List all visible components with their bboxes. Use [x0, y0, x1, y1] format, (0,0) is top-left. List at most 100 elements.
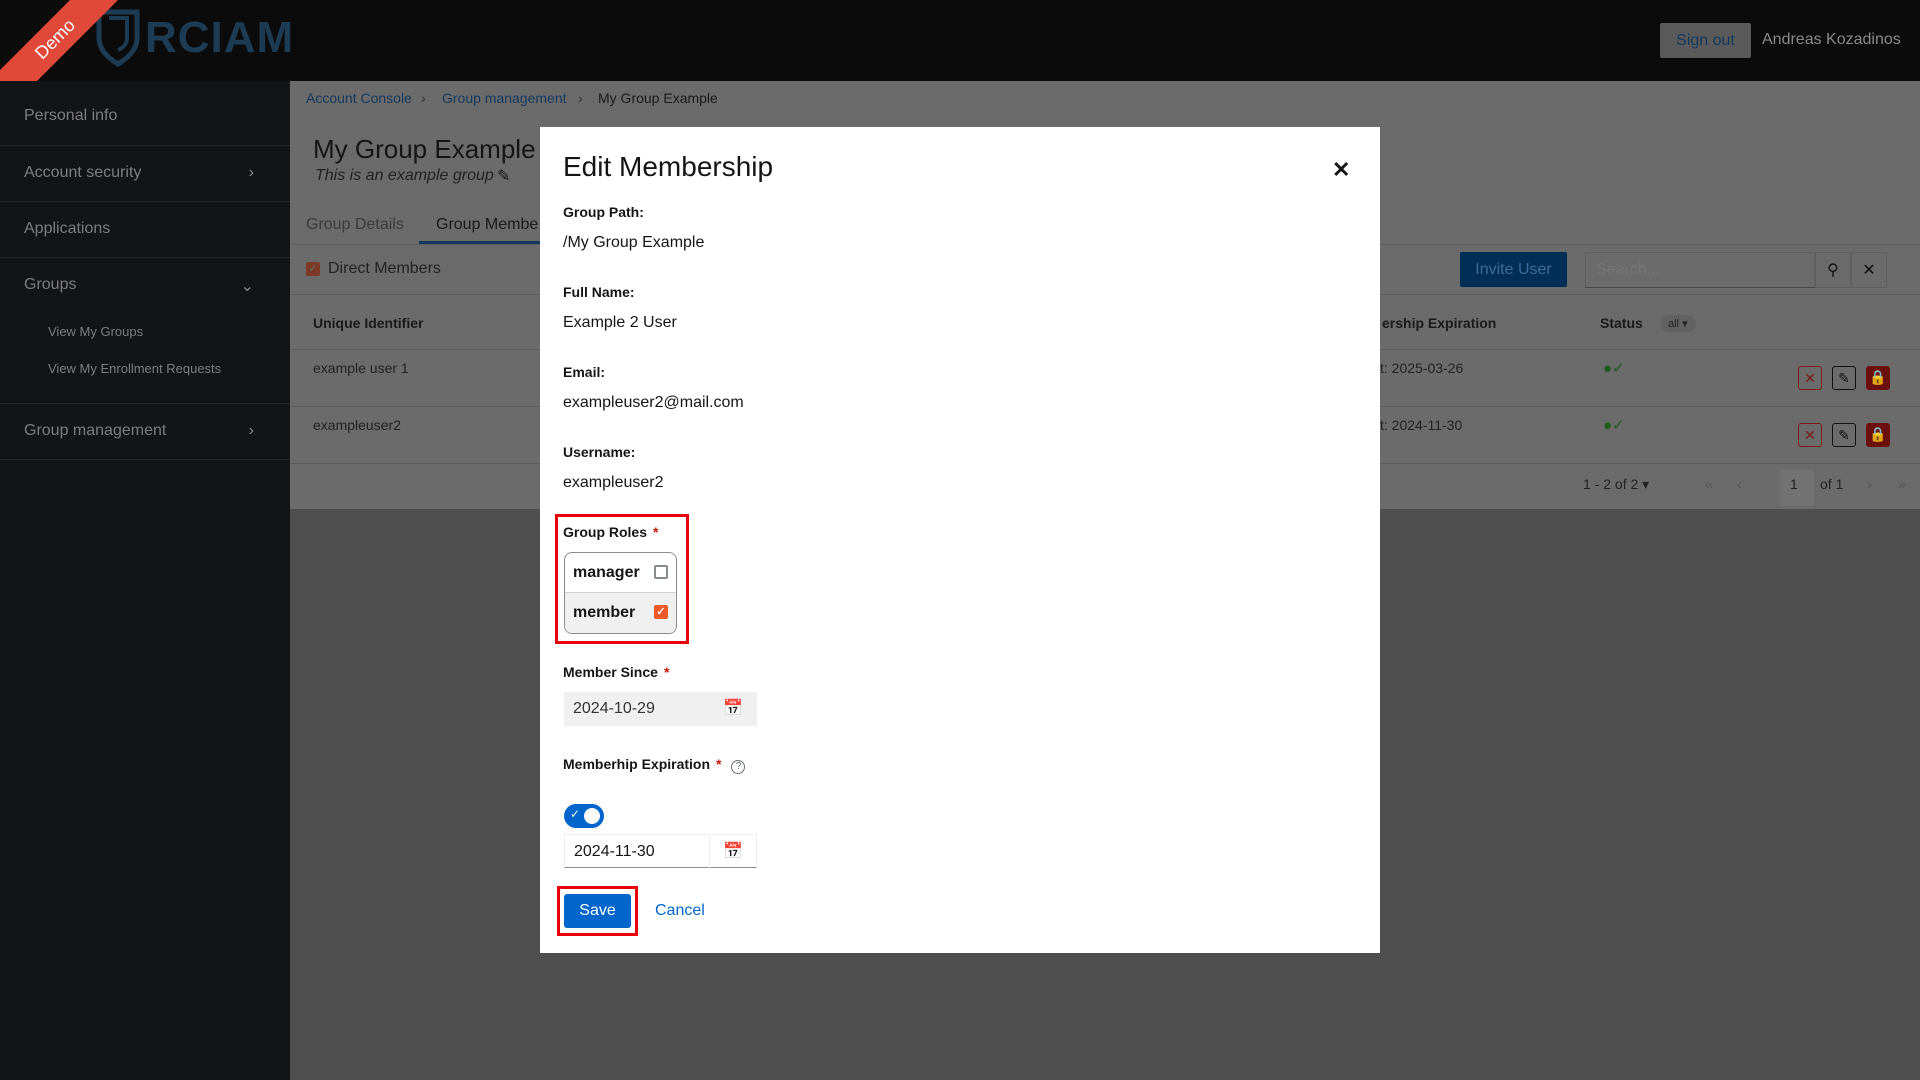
group-roles-label: Group Roles * — [563, 524, 658, 540]
breadcrumb-account-console[interactable]: Account Console — [306, 90, 412, 106]
remove-member-button[interactable]: ✕ — [1798, 423, 1822, 447]
group-roles-list: manager member ✓ — [564, 552, 677, 634]
logo-text: RCIAM — [145, 13, 295, 62]
divider — [0, 257, 290, 258]
edit-pencil-icon[interactable]: ✎ — [497, 166, 510, 186]
row-identifier: exampleuser2 — [313, 417, 401, 433]
user-active-icon: ●✓ — [1603, 417, 1625, 434]
calendar-icon[interactable]: 📅 — [709, 835, 756, 868]
close-icon[interactable]: ✕ — [1332, 157, 1350, 183]
chevron-down-icon: ⌄ — [240, 278, 254, 295]
save-button[interactable]: Save — [564, 894, 631, 928]
role-name: member — [573, 604, 636, 621]
required-marker: * — [716, 756, 722, 772]
divider — [0, 145, 290, 146]
role-manager-checkbox[interactable] — [654, 565, 668, 579]
sidebar-item-view-my-groups[interactable]: View My Groups — [48, 324, 143, 339]
edit-member-button[interactable]: ✎ — [1832, 366, 1856, 390]
user-name[interactable]: Andreas Kozadinos — [1762, 31, 1901, 49]
email-value: exampleuser2@mail.com — [563, 394, 744, 411]
role-member-checkbox[interactable]: ✓ — [654, 605, 668, 619]
row-expiration: t: 2025-03-26 — [1380, 360, 1464, 376]
divider — [0, 201, 290, 202]
first-page-icon[interactable]: « — [1705, 476, 1713, 492]
row-expiration: t: 2024-11-30 — [1380, 417, 1463, 433]
search-input[interactable] — [1585, 252, 1815, 288]
label: Account security — [24, 164, 142, 181]
sidebar-item-applications[interactable]: Applications — [0, 220, 290, 238]
help-icon[interactable]: ? — [731, 760, 746, 774]
page-title: My Group Example — [313, 134, 536, 164]
role-manager[interactable]: manager — [565, 553, 676, 593]
label: Group management — [24, 422, 167, 439]
breadcrumb-separator-icon: › — [421, 90, 426, 106]
edit-member-button[interactable]: ✎ — [1832, 423, 1856, 447]
chevron-right-icon: › — [248, 164, 254, 181]
divider — [0, 459, 290, 460]
group-path-label: Group Path: — [563, 204, 644, 220]
expiration-toggle[interactable]: ✓ — [564, 804, 604, 828]
direct-members-checkbox[interactable]: ✓ — [306, 262, 320, 276]
role-member[interactable]: member ✓ — [565, 593, 676, 633]
cancel-button[interactable]: Cancel — [655, 902, 705, 920]
member-since-label: Member Since * — [563, 664, 669, 680]
next-page-icon[interactable]: › — [1867, 476, 1872, 492]
logo: RCIAM — [95, 8, 294, 68]
last-page-icon[interactable]: » — [1898, 476, 1906, 492]
label-text: Member Since — [563, 664, 658, 680]
group-path-value: /My Group Example — [563, 234, 705, 251]
lock-icon[interactable]: 🔒 — [1866, 366, 1890, 390]
prev-page-icon[interactable]: ‹ — [1737, 476, 1742, 492]
sidebar-item-account-security[interactable]: Account security › — [0, 164, 290, 182]
expiration-date-input[interactable]: 2024-11-30 📅 — [564, 834, 757, 868]
direct-members-label: Direct Members — [328, 260, 441, 277]
label-text: Group Roles — [563, 524, 648, 540]
page-number-input[interactable]: 1 — [1780, 470, 1814, 506]
expiration-label: Memberhip Expiration *? — [563, 756, 746, 774]
username-label: Username: — [563, 444, 636, 460]
column-unique-identifier[interactable]: Unique Identifier — [313, 315, 423, 331]
breadcrumb-current: My Group Example — [598, 90, 718, 106]
username-value: exampleuser2 — [563, 474, 664, 491]
required-marker: * — [663, 664, 670, 680]
tab-group-members[interactable]: Group Membe — [436, 216, 538, 234]
pagination-range[interactable]: 1 - 2 of 2 ▾ — [1583, 476, 1649, 493]
toggle-knob — [584, 808, 600, 824]
invite-user-button[interactable]: Invite User — [1460, 252, 1567, 287]
page-subtitle: This is an example group — [315, 167, 494, 184]
member-since-input: 2024-10-29 📅 — [564, 692, 757, 726]
required-marker: * — [653, 524, 659, 540]
tab-group-details[interactable]: Group Details — [306, 216, 404, 234]
sidebar-item-group-management[interactable]: Group management › — [0, 422, 290, 440]
full-name-value: Example 2 User — [563, 314, 677, 331]
breadcrumb-separator-icon: › — [578, 90, 583, 106]
status-filter[interactable]: all ▾ — [1660, 315, 1696, 332]
column-membership-expiration[interactable]: ership Expiration — [1382, 315, 1496, 331]
chevron-right-icon: › — [248, 422, 254, 439]
range-text: 1 - 2 of 2 — [1583, 476, 1639, 492]
search-icon[interactable]: ⚲ — [1815, 252, 1851, 288]
sidebar-item-view-enrollment-requests[interactable]: View My Enrollment Requests — [48, 361, 221, 376]
remove-member-button[interactable]: ✕ — [1798, 366, 1822, 390]
modal-title: Edit Membership — [563, 151, 774, 182]
clear-search-icon[interactable]: ✕ — [1851, 252, 1887, 288]
sign-out-button[interactable]: Sign out — [1660, 23, 1751, 58]
full-name-label: Full Name: — [563, 284, 635, 300]
shield-icon — [96, 9, 140, 67]
check-icon: ✓ — [570, 807, 581, 821]
lock-icon[interactable]: 🔒 — [1866, 423, 1890, 447]
user-active-icon: ●✓ — [1603, 360, 1625, 377]
date-value: 2024-11-30 — [574, 843, 655, 860]
label: Groups — [24, 276, 77, 293]
calendar-icon: 📅 — [723, 700, 743, 717]
column-status: Status — [1600, 315, 1643, 331]
status-filter-value: all — [1668, 318, 1680, 330]
page-count: of 1 — [1820, 476, 1844, 492]
sidebar-item-groups[interactable]: Groups ⌄ — [0, 276, 290, 295]
label-text: Memberhip Expiration — [563, 756, 711, 772]
sidebar-item-personal-info[interactable]: Personal info — [0, 107, 290, 125]
edit-membership-modal: Edit Membership ✕ Group Path: /My Group … — [540, 127, 1380, 953]
role-name: manager — [573, 564, 640, 581]
date-value: 2024-10-29 — [573, 700, 655, 717]
breadcrumb-group-management[interactable]: Group management — [442, 90, 567, 106]
